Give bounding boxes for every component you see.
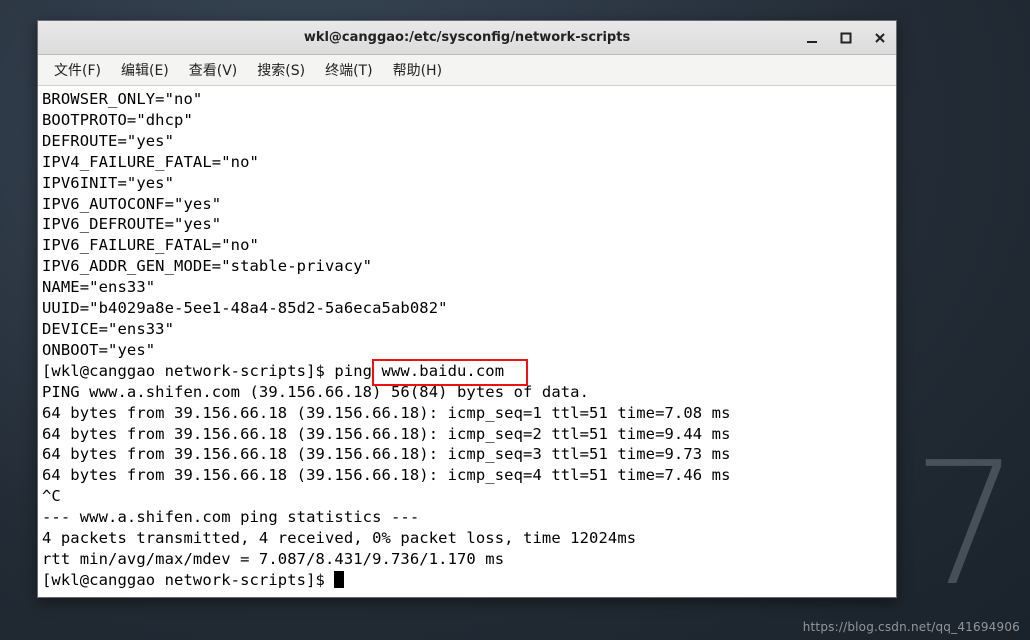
terminal-line: 64 bytes from 39.156.66.18 (39.156.66.18… <box>42 424 892 445</box>
cursor <box>334 571 344 588</box>
terminal-line: IPV6_FAILURE_FATAL="no" <box>42 235 892 256</box>
menu-edit[interactable]: 编辑(E) <box>111 57 179 83</box>
terminal-line: BOOTPROTO="dhcp" <box>42 110 892 131</box>
terminal-line: [wkl@canggao network-scripts]$ ping www.… <box>42 361 892 382</box>
terminal-line: UUID="b4029a8e-5ee1-48a4-85d2-5a6eca5ab0… <box>42 298 892 319</box>
terminal-window: wkl@canggao:/etc/sysconfig/network-scrip… <box>37 20 897 598</box>
watermark-text: https://blog.csdn.net/qq_41694906 <box>803 620 1020 634</box>
terminal-line: IPV6_DEFROUTE="yes" <box>42 214 892 235</box>
terminal-line: --- www.a.shifen.com ping statistics --- <box>42 507 892 528</box>
terminal-line: 64 bytes from 39.156.66.18 (39.156.66.18… <box>42 403 892 424</box>
terminal-line: rtt min/avg/max/mdev = 7.087/8.431/9.736… <box>42 549 892 570</box>
terminal-line: IPV6INIT="yes" <box>42 173 892 194</box>
terminal-line: DEFROUTE="yes" <box>42 131 892 152</box>
menu-terminal[interactable]: 终端(T) <box>315 57 382 83</box>
terminal-line: IPV4_FAILURE_FATAL="no" <box>42 152 892 173</box>
terminal-line: ONBOOT="yes" <box>42 340 892 361</box>
window-controls <box>802 21 890 54</box>
menu-view[interactable]: 查看(V) <box>179 57 248 83</box>
menubar: 文件(F) 编辑(E) 查看(V) 搜索(S) 终端(T) 帮助(H) <box>38 55 896 86</box>
terminal-line: BROWSER_ONLY="no" <box>42 89 892 110</box>
window-title: wkl@canggao:/etc/sysconfig/network-scrip… <box>304 30 630 45</box>
prompt-text: [wkl@canggao network-scripts]$ <box>42 571 334 589</box>
menu-file[interactable]: 文件(F) <box>44 57 111 83</box>
minimize-button[interactable] <box>802 28 822 48</box>
terminal-line: DEVICE="ens33" <box>42 319 892 340</box>
terminal-line: PING www.a.shifen.com (39.156.66.18) 56(… <box>42 382 892 403</box>
terminal-line: ^C <box>42 486 892 507</box>
terminal-line: 64 bytes from 39.156.66.18 (39.156.66.18… <box>42 465 892 486</box>
terminal-line: 4 packets transmitted, 4 received, 0% pa… <box>42 528 892 549</box>
maximize-button[interactable] <box>836 28 856 48</box>
terminal-output[interactable]: BROWSER_ONLY="no"BOOTPROTO="dhcp"DEFROUT… <box>38 86 896 597</box>
menu-help[interactable]: 帮助(H) <box>383 57 452 83</box>
terminal-prompt[interactable]: [wkl@canggao network-scripts]$ <box>42 570 892 591</box>
terminal-line: IPV6_ADDR_GEN_MODE="stable-privacy" <box>42 256 892 277</box>
close-button[interactable] <box>870 28 890 48</box>
titlebar[interactable]: wkl@canggao:/etc/sysconfig/network-scrip… <box>38 21 896 55</box>
terminal-line: IPV6_AUTOCONF="yes" <box>42 194 892 215</box>
terminal-line: NAME="ens33" <box>42 277 892 298</box>
background-number: 7 <box>912 440 1020 610</box>
menu-search[interactable]: 搜索(S) <box>247 57 315 83</box>
terminal-line: 64 bytes from 39.156.66.18 (39.156.66.18… <box>42 444 892 465</box>
